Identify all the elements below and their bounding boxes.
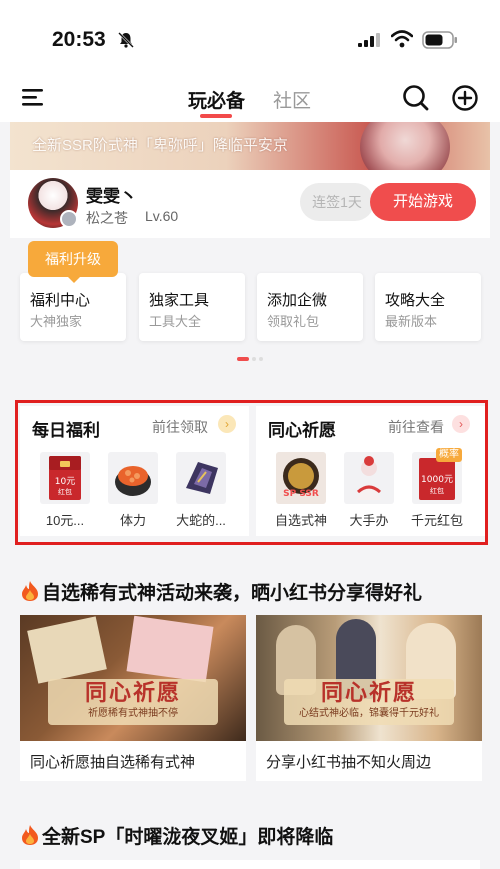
bell-muted-icon xyxy=(118,32,134,48)
status-time: 20:53 xyxy=(52,28,106,51)
tab-must-have[interactable]: 玩必备 xyxy=(188,86,245,113)
wifi-icon xyxy=(391,30,413,48)
section-title-text: 自选稀有式神活动来袭，晒小红书分享得好礼 xyxy=(42,583,423,604)
promo-overlay: 同心祈愿 祈愿稀有式神抽不停 xyxy=(48,679,218,725)
battery-icon xyxy=(422,31,457,49)
checkin-button[interactable]: 连签1天 xyxy=(300,183,374,221)
shortcut-add-wecom[interactable]: 添加企微 领取礼包 xyxy=(257,273,363,341)
add-icon[interactable] xyxy=(451,84,479,112)
shortcut-guides[interactable]: 攻略大全 最新版本 xyxy=(375,273,481,341)
shortcut-exclusive-tools[interactable]: 独家工具 工具大全 xyxy=(139,273,245,341)
hero-banner-text: 全新SSR阶式神「卑弥呼」降临平安京 xyxy=(32,137,288,154)
pager-dot xyxy=(252,357,256,361)
player-nickname: 雯雯丶 xyxy=(86,187,137,206)
shortcut-subtitle: 领取礼包 xyxy=(267,314,320,329)
shortcut-subtitle: 最新版本 xyxy=(385,314,438,329)
promo-caption: 同心祈愿抽自选稀有式神 xyxy=(30,754,196,771)
shortcut-title: 福利中心 xyxy=(30,292,91,309)
pager-dot xyxy=(259,357,263,361)
shortcut-subtitle: 工具大全 xyxy=(149,314,202,329)
player-level: Lv.60 xyxy=(145,208,179,224)
shortcut-welfare-center[interactable]: 福利中心 大神独家 xyxy=(20,273,126,341)
switch-account-icon[interactable] xyxy=(60,210,78,228)
section-title-activity: 自选稀有式神活动来袭，晒小红书分享得好礼 xyxy=(20,578,422,605)
shortcut-title: 独家工具 xyxy=(149,292,210,309)
promo-overlay-subtitle: 祈愿稀有式神抽不停 xyxy=(88,708,178,719)
promo-card[interactable]: 同心祈愿 祈愿稀有式神抽不停 同心祈愿抽自选稀有式神 xyxy=(20,615,246,781)
section-title-new-sp: 全新SP「时曜泷夜叉姬」即将降临 xyxy=(20,822,333,849)
signal-icon xyxy=(358,33,380,47)
fire-icon xyxy=(22,825,38,845)
menu-icon[interactable] xyxy=(22,86,44,108)
pager-dot-active xyxy=(237,357,249,361)
promo-image: 同心祈愿 祈愿稀有式神抽不停 xyxy=(20,615,246,741)
top-nav-bar: 玩必备 社区 xyxy=(0,74,500,122)
search-icon[interactable] xyxy=(402,84,430,112)
shortcut-title: 攻略大全 xyxy=(385,292,446,309)
profile-card: 雯雯丶 松之苍 Lv.60 连签1天 开始游戏 xyxy=(10,170,490,238)
promo-caption: 分享小红书抽不知火周边 xyxy=(266,754,432,771)
promo-card[interactable]: 同心祈愿 心结式神必临，锦囊得千元好礼 分享小红书抽不知火周边 xyxy=(256,615,482,781)
promo-overlay-subtitle: 心结式神必临，锦囊得千元好礼 xyxy=(299,708,439,719)
shortcut-title: 添加企微 xyxy=(267,292,328,309)
tab-community[interactable]: 社区 xyxy=(273,86,311,113)
photo-card xyxy=(126,615,214,683)
next-card-peek xyxy=(20,860,480,869)
status-bar: 20:53 xyxy=(0,0,500,74)
active-tab-indicator xyxy=(200,114,232,118)
shortcut-subtitle: 大神独家 xyxy=(30,314,83,329)
fire-icon xyxy=(22,581,38,601)
start-game-button[interactable]: 开始游戏 xyxy=(370,183,476,221)
promo-image: 同心祈愿 心结式神必临，锦囊得千元好礼 xyxy=(256,615,482,741)
promo-overlay-title: 同心祈愿 xyxy=(84,680,181,705)
highlight-outline xyxy=(15,400,488,545)
photo-card xyxy=(27,616,107,684)
promo-overlay-title: 同心祈愿 xyxy=(320,680,417,705)
hero-banner[interactable]: 全新SSR阶式神「卑弥呼」降临平安京 xyxy=(10,122,490,170)
section-title-text: 全新SP「时曜泷夜叉姬」即将降临 xyxy=(42,827,334,848)
hero-character-art xyxy=(360,122,450,170)
welfare-upgrade-tag: 福利升级 xyxy=(28,241,118,283)
promo-overlay: 同心祈愿 心结式神必临，锦囊得千元好礼 xyxy=(284,679,454,725)
player-server: 松之苍 xyxy=(86,210,128,226)
